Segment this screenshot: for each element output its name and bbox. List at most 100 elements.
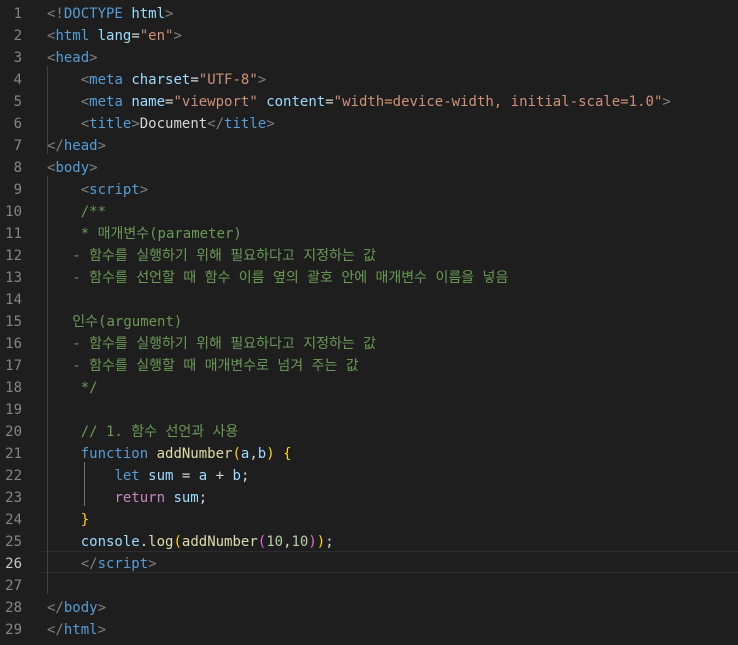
line-number: 18 <box>5 380 22 396</box>
line-number: 26 <box>5 556 22 572</box>
line-code: * 매개변수(parameter) <box>47 223 242 245</box>
code-token: "en" <box>139 28 174 44</box>
line-code: */ <box>47 377 98 399</box>
line-code: 인수(argument) <box>47 311 182 333</box>
code-line[interactable]: 8 <body> <box>0 157 738 179</box>
code-token: ; <box>325 534 334 550</box>
line-code: let sum = a + b; <box>47 465 249 487</box>
code-token: { <box>283 446 292 462</box>
code-line[interactable]: 19 <box>0 399 738 421</box>
code-line[interactable]: 5 <meta name="viewport" content="width=d… <box>0 91 738 113</box>
code-token: Document <box>139 116 208 132</box>
line-code: </body> <box>47 597 106 619</box>
code-line[interactable]: 22 let sum = a + b; <box>0 465 738 487</box>
code-token: 10 <box>266 534 284 550</box>
code-line[interactable]: 7 </head> <box>0 135 738 157</box>
code-line[interactable]: 17 - 함수를 실행할 때 매개변수로 넘겨 주는 값 <box>0 355 738 377</box>
line-number: 25 <box>5 534 22 550</box>
code-token: script <box>89 182 140 198</box>
line-code: - 함수를 선언할 때 함수 이름 옆의 괄호 안에 매개변수 이름을 넣음 <box>47 267 508 289</box>
code-line[interactable]: 13 - 함수를 선언할 때 함수 이름 옆의 괄호 안에 매개변수 이름을 넣… <box>0 267 738 289</box>
line-number: 28 <box>5 600 22 616</box>
code-line[interactable]: 21 function addNumber(a,b) { <box>0 443 738 465</box>
code-token: </ <box>207 116 225 132</box>
code-line[interactable]: 14 <box>0 289 738 311</box>
code-line[interactable]: 12 - 함수를 실행하기 위해 필요하다고 지정하는 값 <box>0 245 738 267</box>
code-token: > <box>173 28 182 44</box>
code-line[interactable]: 27 <box>0 575 738 597</box>
line-code: <title>Document</title> <box>47 113 275 135</box>
code-token: = <box>190 72 199 88</box>
line-code: // 1. 함수 선언과 사용 <box>47 421 239 443</box>
line-number: 6 <box>13 116 22 132</box>
code-token: body <box>55 160 90 176</box>
line-code: } <box>47 509 89 531</box>
line-number: 27 <box>5 578 22 594</box>
code-token: html <box>131 6 166 22</box>
code-line[interactable]: 1 <!DOCTYPE html> <box>0 3 738 25</box>
code-line[interactable]: 18 */ <box>0 377 738 399</box>
code-line[interactable]: 2 <html lang="en"> <box>0 25 738 47</box>
code-token: ) <box>308 534 317 550</box>
code-line[interactable]: 28 </body> <box>0 597 738 619</box>
line-code: - 함수를 실행할 때 매개변수로 넘겨 주는 값 <box>47 355 359 377</box>
line-number: 14 <box>5 292 22 308</box>
code-token: DOCTYPE <box>63 6 123 22</box>
line-number: 2 <box>13 28 22 44</box>
code-token: function <box>80 446 149 462</box>
code-editor[interactable]: 1 <!DOCTYPE html> 2 <html lang="en"> 3 <head>… <box>0 0 738 645</box>
line-number: 13 <box>5 270 22 286</box>
line-code: /** <box>47 201 106 223</box>
code-token: > <box>131 116 140 132</box>
code-token: < <box>80 116 90 132</box>
line-code: console.log(addNumber(10,10)); <box>47 531 334 553</box>
code-line[interactable]: 29 </html> <box>0 619 738 641</box>
line-number: 3 <box>13 50 22 66</box>
code-token: meta <box>89 94 123 110</box>
code-line[interactable]: 6 <title>Document</title> <box>0 113 738 135</box>
code-line[interactable]: 16 - 함수를 실행하기 위해 필요하다고 지정하는 값 <box>0 333 738 355</box>
code-token: ( <box>173 534 182 550</box>
code-token: - 함수를 실행하기 위해 필요하다고 지정하는 값 <box>72 336 377 352</box>
line-number: 4 <box>13 72 22 88</box>
code-token: let <box>114 468 140 484</box>
code-token: b <box>232 468 241 484</box>
code-line[interactable]: 3 <head> <box>0 47 738 69</box>
code-token: "width=device-width, initial-scale=1.0" <box>333 94 663 110</box>
code-line[interactable]: 10 /** <box>0 201 738 223</box>
code-line[interactable]: 20 // 1. 함수 선언과 사용 <box>0 421 738 443</box>
code-line[interactable]: 24 } <box>0 509 738 531</box>
code-token: <! <box>47 6 64 22</box>
code-line[interactable]: 23 return sum; <box>0 487 738 509</box>
code-line[interactable]: 26 </script> <box>0 553 738 575</box>
line-code: - 함수를 실행하기 위해 필요하다고 지정하는 값 <box>47 245 376 267</box>
code-line[interactable]: 11 * 매개변수(parameter) <box>0 223 738 245</box>
code-token: - 함수를 실행할 때 매개변수로 넘겨 주는 값 <box>72 358 359 374</box>
code-token: ; <box>198 490 208 506</box>
code-token: > <box>97 622 107 638</box>
line-number: 9 <box>13 182 22 198</box>
code-token: > <box>89 50 98 66</box>
code-line[interactable]: 4 <meta charset="UTF-8"> <box>0 69 738 91</box>
code-token: log <box>148 534 174 550</box>
line-code: </head> <box>47 135 106 157</box>
line-number: 21 <box>5 446 22 462</box>
code-token: > <box>662 94 671 110</box>
code-token: a <box>198 468 208 484</box>
code-line[interactable]: 25 console.log(addNumber(10,10)); <box>0 531 738 553</box>
code-token: html <box>63 622 98 638</box>
code-token: = <box>173 468 199 484</box>
code-token: 10 <box>291 534 309 550</box>
code-line[interactable]: 15 인수(argument) <box>0 311 738 333</box>
code-token: head <box>63 138 98 154</box>
code-token: . <box>139 534 149 550</box>
code-line[interactable]: 9 <script> <box>0 179 738 201</box>
